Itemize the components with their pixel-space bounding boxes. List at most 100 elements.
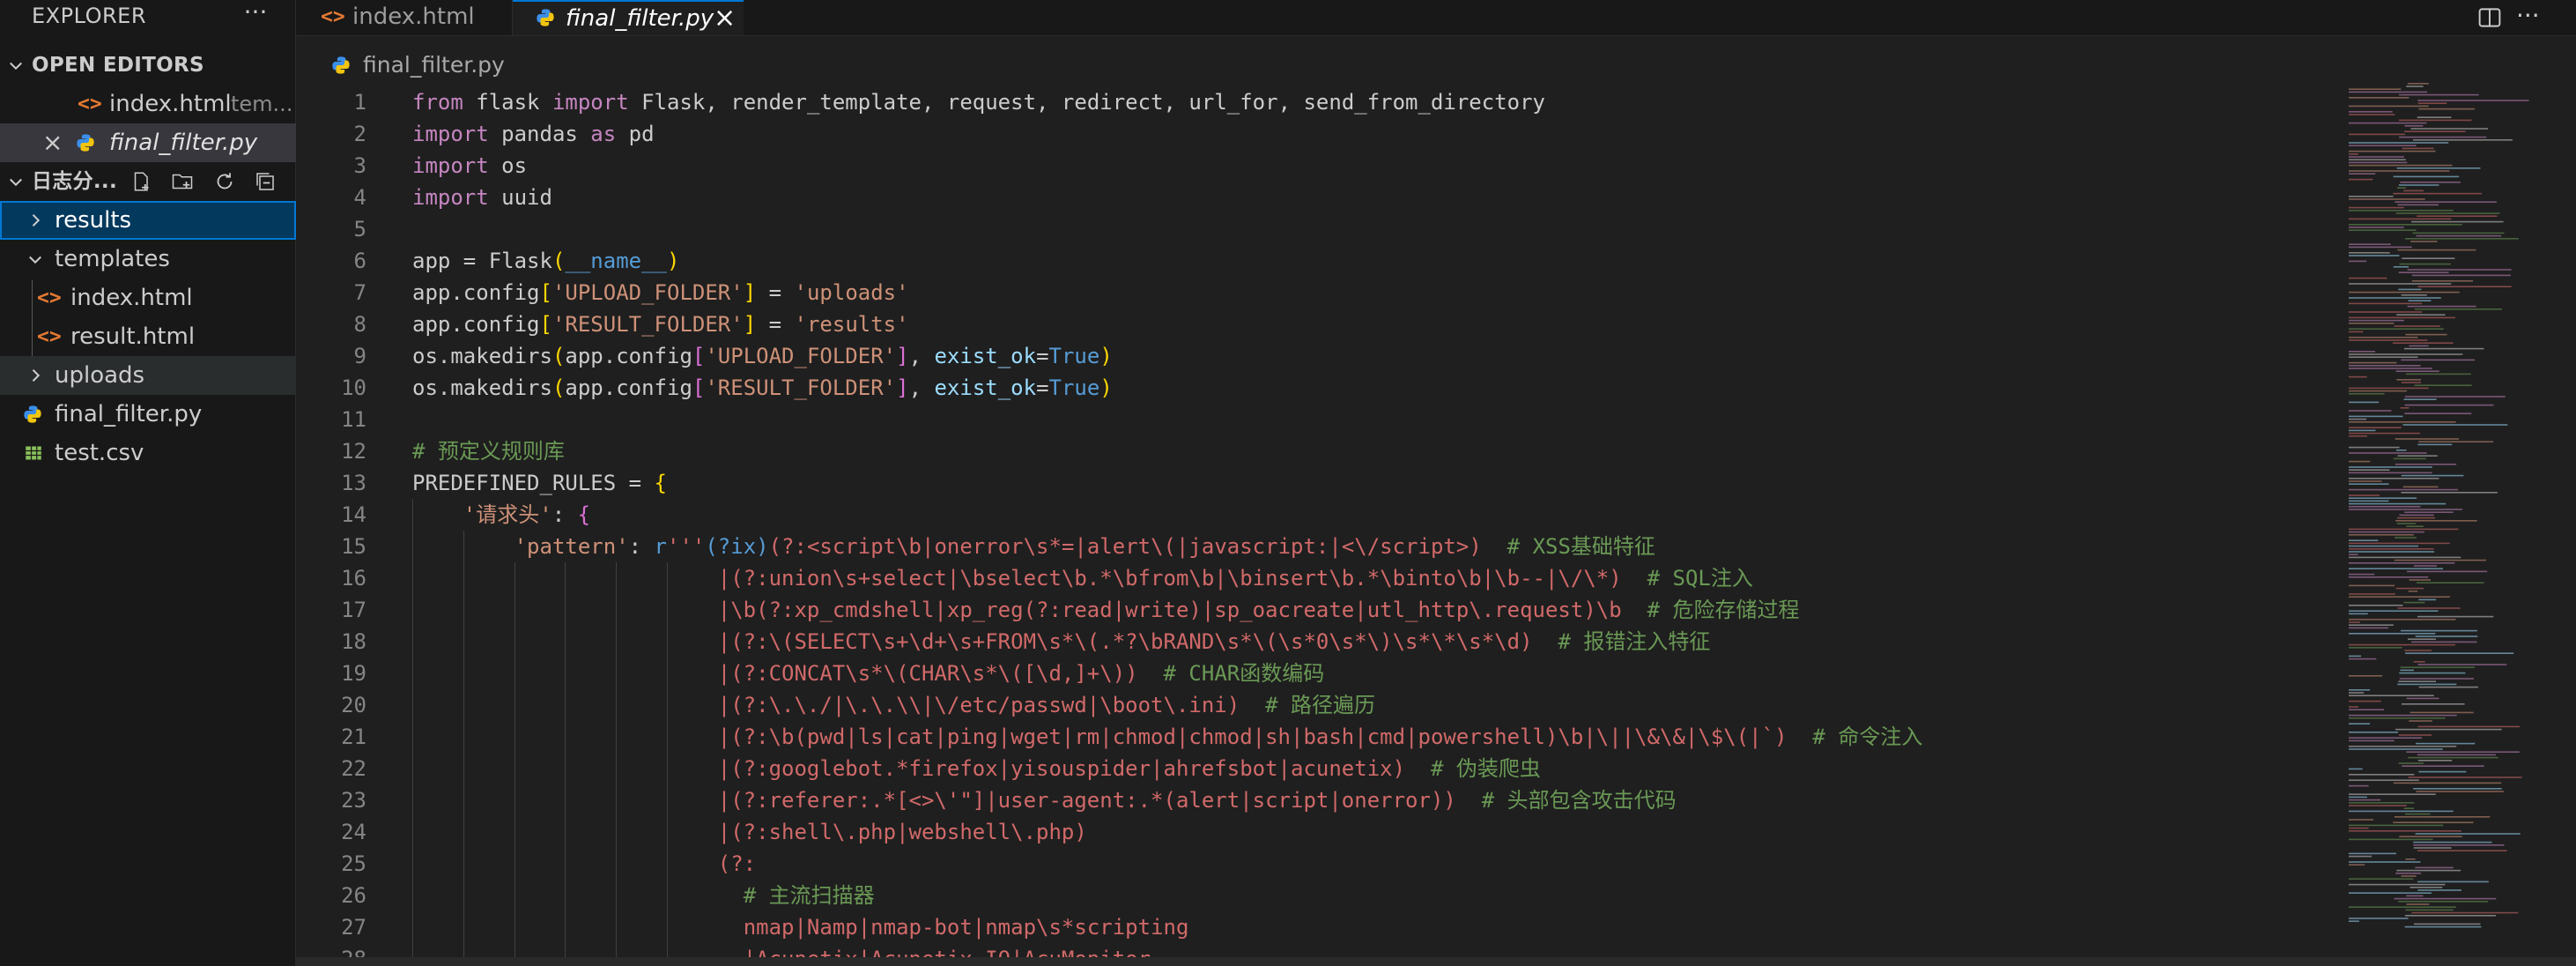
code-token: Flask, render_template, request, redirec… xyxy=(628,90,1545,115)
minimap-line xyxy=(2349,401,2380,404)
code-line[interactable]: os.makedirs(app.config['RESULT_FOLDER'],… xyxy=(412,372,1113,404)
code-line[interactable]: # 主流扫描器 xyxy=(412,880,875,911)
code-token: , xyxy=(908,344,935,368)
minimap-line xyxy=(2349,164,2453,167)
minimap-line xyxy=(2407,638,2436,640)
minimap-line xyxy=(2413,841,2492,843)
code-line[interactable]: # 预定义规则库 xyxy=(412,435,565,467)
tree-folder-templates[interactable]: templates xyxy=(0,240,296,279)
open-editor-label: final_filter.py xyxy=(109,130,258,156)
line-number: 11 xyxy=(341,407,366,432)
code-line[interactable]: nmap|Namp|nmap-bot|nmap\s*scripting xyxy=(412,911,1189,943)
minimap-line xyxy=(2349,619,2456,620)
minimap-line xyxy=(2349,472,2432,474)
code-line[interactable]: |\b(?:xp_cmdshell|xp_reg(?:read|write)|s… xyxy=(412,594,1800,626)
code-token: ( xyxy=(551,375,566,400)
minimap-line xyxy=(2349,418,2367,420)
minimap-line xyxy=(2402,424,2508,426)
new-folder-icon[interactable] xyxy=(171,171,194,192)
code-line[interactable]: import pandas as pd xyxy=(412,118,655,150)
minimap-line xyxy=(2349,706,2358,708)
minimap-line xyxy=(2417,100,2529,101)
code-line[interactable]: '请求头': { xyxy=(412,499,590,531)
code-line[interactable]: os.makedirs(app.config['UPLOAD_FOLDER'],… xyxy=(412,340,1113,372)
code-token: 'uploads' xyxy=(794,280,909,305)
code-line[interactable]: import uuid xyxy=(412,182,552,213)
code-editor[interactable]: 1 from flask import Flask, render_templat… xyxy=(296,83,2322,966)
minimap-line xyxy=(2349,469,2390,471)
minimap-line xyxy=(2349,556,2461,559)
minimap-line xyxy=(2349,824,2444,827)
tree-file-final-filter-py[interactable]: final_filter.py xyxy=(0,395,296,434)
code-line[interactable]: app = Flask(__name__) xyxy=(412,245,679,277)
open-editor-label: index.html xyxy=(109,91,232,117)
minimap-line xyxy=(2349,805,2407,806)
minimap-line xyxy=(2412,139,2513,141)
open-editors-header[interactable]: OPEN EDITORS xyxy=(0,46,296,85)
minimap-line xyxy=(2349,353,2463,355)
minimap-line xyxy=(2411,911,2519,914)
code-line[interactable]: 'pattern': r'''(?ix)(?:<script\b|onerror… xyxy=(412,531,1655,562)
code-token: (?:<script\b|onerror\s*=|alert\(|javascr… xyxy=(768,534,1482,559)
code-line[interactable]: |(?:\b(pwd|ls|cat|ping|wget|rm|chmod|chm… xyxy=(412,721,1923,753)
tree-file-test-csv[interactable]: test.csv xyxy=(0,434,296,472)
refresh-icon[interactable] xyxy=(213,171,236,192)
code-line[interactable]: |(?:union\s+select|\bselect\b.*\bfrom\b|… xyxy=(412,562,1753,594)
minimap-line xyxy=(2405,858,2416,860)
code-line[interactable]: |(?:referer:.*[<>\'"]|user-agent:.*(aler… xyxy=(412,784,1677,816)
minimap-line xyxy=(2349,122,2427,124)
split-editor-icon[interactable] xyxy=(2477,5,2502,30)
minimap-line xyxy=(2349,819,2374,821)
breadcrumb-file[interactable]: final_filter.py xyxy=(363,49,505,81)
close-icon[interactable]: × xyxy=(714,2,736,35)
code-token: ] xyxy=(743,280,757,305)
code-line[interactable]: |(?:CONCAT\s*\(CHAR\s*\([\d,]+\)) # CHAR… xyxy=(412,658,1324,689)
folder-header[interactable]: 日志分... xyxy=(0,162,296,201)
open-editor-item[interactable]: <> index.html tem... xyxy=(0,85,296,123)
minimap-line xyxy=(2418,770,2467,773)
minimap-line xyxy=(2349,170,2450,172)
minimap-line xyxy=(2349,88,2402,90)
code-line[interactable]: app.config['RESULT_FOLDER'] = 'results' xyxy=(412,308,909,340)
chevron-down-icon xyxy=(7,162,25,201)
new-file-icon[interactable] xyxy=(130,171,153,192)
tree-folder-results[interactable]: results xyxy=(0,201,296,240)
minimap-line xyxy=(2417,889,2461,891)
collapse-all-icon[interactable] xyxy=(254,171,277,192)
code-line[interactable]: |(?:\(SELECT\s+\d+\s+FROM\s*\(.*?\bRAND\… xyxy=(412,626,1711,658)
minimap-line xyxy=(2349,421,2456,423)
tree-file-result-html[interactable]: <> result.html xyxy=(0,317,296,356)
more-actions-icon[interactable]: ··· xyxy=(2516,0,2540,32)
code-line[interactable]: PREDEFINED_RULES = { xyxy=(412,467,667,499)
minimap-line xyxy=(2349,91,2427,93)
minimap-line xyxy=(2404,396,2506,398)
python-file-icon xyxy=(77,134,94,152)
open-editor-item[interactable]: × final_filter.py xyxy=(0,123,296,162)
minimap-line xyxy=(2394,897,2497,900)
minimap-line xyxy=(2349,387,2429,390)
chevron-right-icon xyxy=(26,201,44,240)
tab-final-filter-py[interactable]: final_filter.py × xyxy=(513,0,744,35)
minimap-line xyxy=(2349,291,2460,294)
code-line[interactable]: from flask import Flask, render_template… xyxy=(412,86,1545,118)
code-line[interactable]: |(?:googlebot.*firefox|yisouspider|ahref… xyxy=(412,753,1541,784)
more-actions-icon[interactable]: ··· xyxy=(238,0,273,32)
tree-file-index-html[interactable]: <> index.html xyxy=(0,279,296,317)
tab-index-html[interactable]: <> index.html xyxy=(296,0,513,35)
minimap-line xyxy=(2393,192,2483,195)
minimap[interactable] xyxy=(2347,79,2576,961)
minimap-line xyxy=(2349,410,2392,412)
minimap-line xyxy=(2396,869,2461,872)
minimap-line xyxy=(2408,591,2418,592)
horizontal-scrollbar[interactable] xyxy=(296,957,2576,966)
code-line[interactable]: |(?:\.\./|\.\.\\|\/etc/passwd|\boot\.ini… xyxy=(412,689,1375,721)
tree-folder-uploads[interactable]: uploads xyxy=(0,356,296,395)
code-line[interactable]: import os xyxy=(412,150,527,182)
minimap-line xyxy=(2409,345,2429,347)
close-icon[interactable]: × xyxy=(42,123,63,162)
code-line[interactable]: app.config['UPLOAD_FOLDER'] = 'uploads' xyxy=(412,277,909,308)
